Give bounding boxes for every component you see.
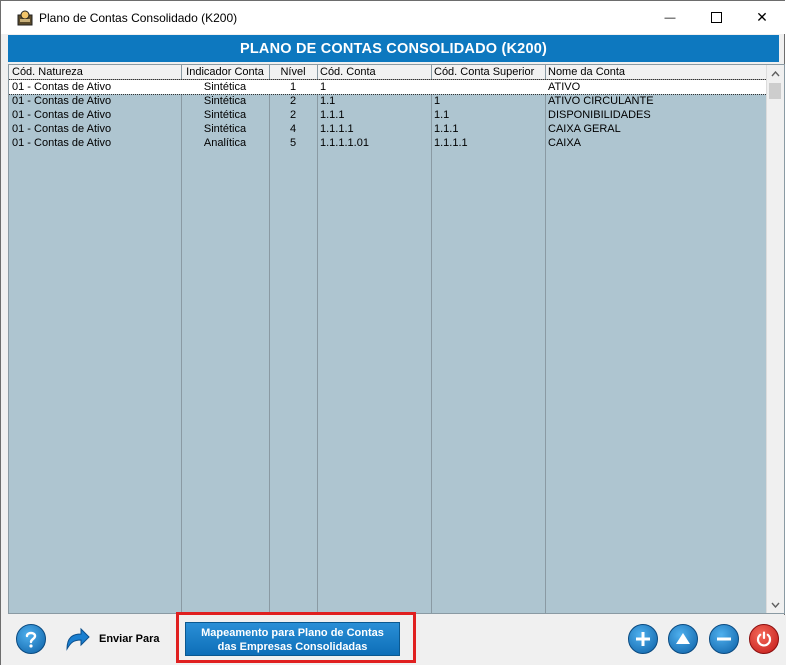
mapping-button-line1: Mapeamento para Plano de Contas (201, 627, 384, 639)
cell-nome: ATIVO CIRCULANTE (548, 95, 654, 107)
scroll-down-button[interactable] (767, 596, 784, 613)
close-icon: ✕ (756, 9, 768, 25)
mapping-button[interactable]: Mapeamento para Plano de Contas das Empr… (185, 622, 400, 656)
footer-toolbar: Enviar Para Mapeamento para Plano de Con… (1, 615, 786, 665)
cell-natureza: 01 - Contas de Ativo (12, 123, 112, 135)
cell-nome: CAIXA GERAL (548, 123, 621, 135)
move-up-button[interactable] (668, 624, 698, 654)
chevron-down-icon (771, 602, 780, 608)
send-to-label: Enviar Para (99, 633, 160, 645)
cell-indicador: Sintética (203, 95, 247, 107)
column-header-indicador[interactable]: Indicador Conta (181, 65, 269, 79)
cell-nivel: 1 (289, 81, 297, 93)
table-row[interactable]: 01 - Contas de Ativo Analítica 5 1.1.1.1… (9, 136, 767, 150)
cell-nivel: 2 (289, 95, 297, 107)
up-arrow-icon (676, 633, 690, 644)
table-row[interactable]: 01 - Contas de Ativo Sintética 4 1.1.1.1… (9, 122, 767, 136)
minimize-icon: — (664, 11, 676, 24)
column-header-nome[interactable]: Nome da Conta (545, 65, 767, 79)
cell-indicador: Analítica (203, 137, 247, 149)
app-logo-icon (16, 9, 34, 27)
cell-nivel: 2 (289, 109, 297, 121)
cell-cod-conta: 1.1.1.1 (320, 123, 354, 135)
chevron-up-icon (771, 70, 780, 76)
table-row[interactable]: 01 - Contas de Ativo Sintética 2 1.1.1 1… (9, 108, 767, 122)
column-header-natureza[interactable]: Cód. Natureza (9, 65, 181, 79)
cell-natureza: 01 - Contas de Ativo (12, 109, 112, 121)
cell-indicador: Sintética (203, 123, 247, 135)
cell-cod-superior (431, 80, 545, 94)
cell-nome: ATIVO (548, 81, 581, 93)
vertical-scrollbar[interactable] (766, 65, 784, 613)
cell-indicador: Sintética (203, 109, 247, 121)
page-title: PLANO DE CONTAS CONSOLIDADO (K200) (8, 35, 779, 62)
cell-nivel: 4 (289, 123, 297, 135)
cell-cod-conta: 1.1.1 (320, 109, 345, 121)
window-title: Plano de Contas Consolidado (K200) (39, 11, 238, 25)
maximize-button[interactable] (693, 1, 739, 34)
scroll-up-button[interactable] (767, 65, 784, 82)
cell-cod-conta: 1.1 (320, 95, 336, 107)
table-row[interactable]: 01 - Contas de Ativo Sintética 2 1.1 1 A… (9, 94, 767, 108)
cell-cod-conta: 1 (320, 81, 327, 93)
cell-cod-superior: 1.1.1.1 (434, 137, 468, 149)
plus-icon (636, 632, 650, 646)
column-header-nivel[interactable]: Nível (269, 65, 317, 79)
share-arrow-icon (66, 627, 90, 651)
remove-button[interactable] (709, 624, 739, 654)
scroll-thumb[interactable] (769, 83, 781, 99)
help-button[interactable] (16, 624, 46, 654)
column-header-cod-superior[interactable]: Cód. Conta Superior (431, 65, 545, 79)
table-row[interactable]: 01 - Contas de Ativo Sintética 1 1 ATIVO (9, 79, 768, 95)
mapping-button-line2: das Empresas Consolidadas (217, 641, 368, 653)
column-header-cod-conta[interactable]: Cód. Conta (317, 65, 431, 79)
title-bar: Plano de Contas Consolidado (K200) — ✕ (1, 1, 786, 34)
cell-natureza: 01 - Contas de Ativo (12, 95, 112, 107)
cell-cod-conta: 1.1.1.1.01 (320, 137, 369, 149)
close-button[interactable]: ✕ (739, 1, 785, 34)
maximize-icon (710, 12, 722, 23)
power-icon (756, 631, 772, 647)
cell-nome: DISPONIBILIDADES (548, 109, 651, 121)
grid-header: Cód. Natureza Indicador Conta Nível Cód.… (9, 65, 767, 80)
cell-nivel: 5 (289, 137, 297, 149)
cell-natureza: 01 - Contas de Ativo (12, 137, 112, 149)
cell-cod-superior: 1 (434, 95, 441, 107)
app-window: Plano de Contas Consolidado (K200) — ✕ P… (0, 0, 786, 665)
cell-cod-superior: 1.1 (434, 109, 450, 121)
cell-cod-superior: 1.1.1 (434, 123, 459, 135)
cell-natureza: 01 - Contas de Ativo (12, 81, 112, 93)
send-to-button[interactable]: Enviar Para (61, 624, 171, 654)
cell-indicador: Sintética (203, 81, 247, 93)
exit-button[interactable] (749, 624, 779, 654)
add-button[interactable] (628, 624, 658, 654)
minus-icon (717, 637, 731, 641)
minimize-button[interactable]: — (647, 1, 693, 34)
cell-nome: CAIXA (548, 137, 582, 149)
help-icon (25, 631, 37, 648)
accounts-grid[interactable]: Cód. Natureza Indicador Conta Nível Cód.… (8, 64, 785, 614)
